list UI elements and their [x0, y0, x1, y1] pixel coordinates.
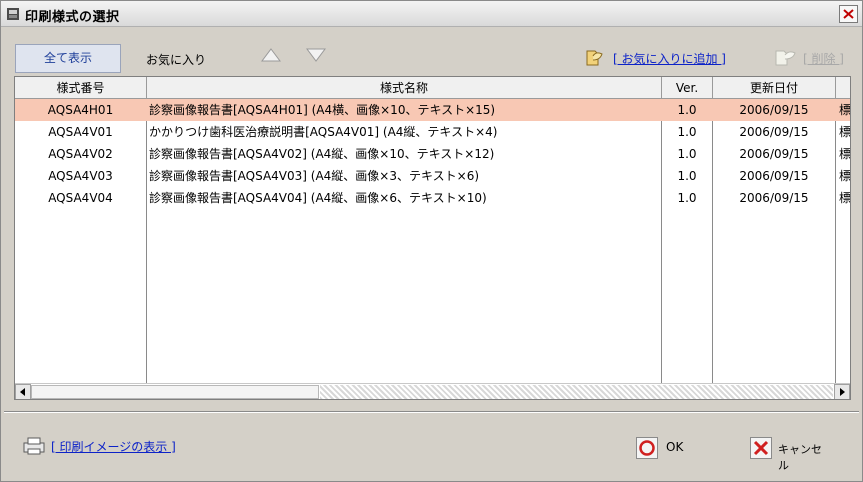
cell-date: 2006/09/15 [739, 125, 809, 139]
cell-name: 診察画像報告書[AQSA4V03] (A4縦、画像×3、テキスト×6) [149, 169, 480, 183]
delete-icon [773, 47, 797, 70]
cell-date: 2006/09/15 [739, 191, 809, 205]
close-icon [843, 9, 854, 19]
cell-name: 診察画像報告書[AQSA4V04] (A4縦、画像×6、テキスト×10) [149, 191, 487, 205]
cell-ver: 1.0 [677, 169, 697, 183]
col-header-extra[interactable] [836, 77, 850, 99]
tab-favorites[interactable]: お気に入り [146, 51, 206, 68]
printer-icon[interactable] [22, 437, 46, 458]
col-header-ver[interactable]: Ver. [662, 77, 713, 99]
ok-button[interactable]: OK [636, 437, 696, 459]
cell-extra: 標 [839, 125, 851, 139]
table-row[interactable]: AQSA4H01 診察画像報告書[AQSA4H01] (A4横、画像×10、テキ… [15, 99, 850, 121]
cell-extra: 標 [839, 191, 851, 205]
format-table: 様式番号 様式名称 Ver. 更新日付 AQSA4H01 診察画像報告書[AQS… [14, 76, 851, 400]
cell-name: かかりつけ歯科医治療説明書[AQSA4V01] (A4縦、テキスト×4) [149, 125, 498, 139]
cancel-label: キャンセル [778, 443, 822, 472]
col-header-code[interactable]: 様式番号 [15, 77, 147, 99]
cell-date: 2006/09/15 [739, 169, 809, 183]
window-title: 印刷様式の選択 [25, 10, 120, 25]
cell-code: AQSA4V04 [48, 191, 113, 205]
ok-circle-icon [636, 437, 658, 459]
move-up-icon[interactable] [261, 47, 281, 66]
move-down-icon[interactable] [306, 47, 326, 66]
cell-extra: 標 [839, 103, 851, 117]
col-header-date[interactable]: 更新日付 [713, 77, 836, 99]
col-header-name[interactable]: 様式名称 [147, 77, 662, 99]
print-format-dialog: 印刷様式の選択 全て表示 お気に入り [ お気に入りに追加 ] [ 削除 ] 様… [0, 0, 863, 482]
app-icon [6, 7, 20, 21]
scrollbar-thumb[interactable] [31, 385, 319, 399]
add-favorite-link[interactable]: [ お気に入りに追加 ] [613, 50, 726, 67]
table-row[interactable]: AQSA4V02 診察画像報告書[AQSA4V02] (A4縦、画像×10、テキ… [15, 143, 850, 165]
cancel-x-icon [750, 437, 772, 459]
cell-code: AQSA4V02 [48, 147, 113, 161]
cell-ver: 1.0 [677, 125, 697, 139]
footer-divider [4, 411, 859, 413]
cell-name: 診察画像報告書[AQSA4H01] (A4横、画像×10、テキスト×15) [149, 103, 496, 117]
cell-ver: 1.0 [677, 191, 697, 205]
tab-show-all[interactable]: 全て表示 [15, 44, 121, 73]
cell-ver: 1.0 [677, 103, 697, 117]
horizontal-scrollbar[interactable] [15, 383, 850, 399]
cell-ver: 1.0 [677, 147, 697, 161]
table-row[interactable]: AQSA4V03 診察画像報告書[AQSA4V03] (A4縦、画像×3、テキス… [15, 165, 850, 187]
scroll-right-icon [840, 388, 845, 396]
cell-code: AQSA4H01 [47, 103, 114, 117]
cell-name: 診察画像報告書[AQSA4V02] (A4縦、画像×10、テキスト×12) [149, 147, 495, 161]
print-preview-link[interactable]: [ 印刷イメージの表示 ] [51, 438, 176, 455]
cancel-button[interactable]: キャンセル [750, 437, 830, 472]
table-row[interactable]: AQSA4V04 診察画像報告書[AQSA4V04] (A4縦、画像×6、テキス… [15, 187, 850, 209]
cell-extra: 標 [839, 147, 851, 161]
cell-extra: 標 [839, 169, 851, 183]
table-row[interactable]: AQSA4V01 かかりつけ歯科医治療説明書[AQSA4V01] (A4縦、テキ… [15, 121, 850, 143]
table-header: 様式番号 様式名称 Ver. 更新日付 [15, 77, 850, 99]
add-favorite-icon[interactable] [584, 47, 606, 70]
cell-date: 2006/09/15 [739, 103, 809, 117]
scroll-left-button[interactable] [15, 384, 31, 399]
delete-link: [ 削除 ] [803, 52, 844, 66]
ok-label: OK [666, 440, 684, 454]
cell-code: AQSA4V01 [48, 125, 113, 139]
scrollbar-track[interactable] [320, 385, 833, 399]
close-button[interactable] [839, 5, 858, 23]
title-bar: 印刷様式の選択 [1, 1, 862, 27]
cell-date: 2006/09/15 [739, 147, 809, 161]
scroll-right-button[interactable] [834, 384, 850, 399]
scroll-left-icon [20, 388, 25, 396]
cell-code: AQSA4V03 [48, 169, 113, 183]
